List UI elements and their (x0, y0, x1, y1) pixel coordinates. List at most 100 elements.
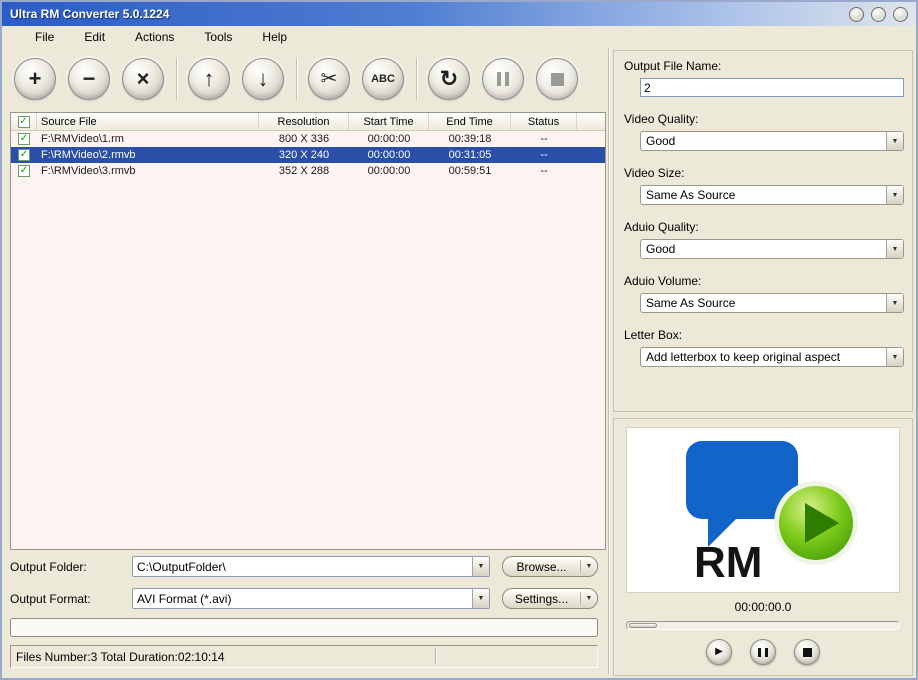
move-up-button[interactable]: ↑ (188, 58, 230, 100)
chevron-down-icon[interactable]: ▼ (581, 563, 597, 570)
audio-volume-select[interactable]: Same As Source ▼ (640, 293, 904, 313)
cell-start-time: 00:00:00 (349, 147, 429, 163)
window-title: Ultra RM Converter 5.0.1224 (10, 7, 169, 21)
minus-icon: − (83, 68, 96, 90)
video-quality-select[interactable]: Good ▼ (640, 131, 904, 151)
cell-end-time: 00:31:05 (429, 147, 511, 163)
add-file-button[interactable]: + (14, 58, 56, 100)
playback-time: 00:00:00.0 (614, 600, 912, 614)
arrow-up-icon: ↑ (204, 68, 215, 90)
menu-item-actions[interactable]: Actions (120, 28, 189, 46)
video-size-value: Same As Source (641, 188, 886, 202)
video-size-label: Video Size: (624, 166, 904, 180)
video-quality-value: Good (641, 134, 886, 148)
preview-controls: ▶ (614, 639, 912, 665)
minimize-button[interactable] (849, 7, 864, 22)
cell-source: F:\RMVideo\1.rm (37, 131, 259, 147)
rename-abc-button[interactable]: ABC (362, 58, 404, 100)
toolbar-separator (296, 58, 298, 100)
output-folder-combo[interactable]: C:\OutputFolder\ ▼ (132, 556, 490, 577)
seek-slider[interactable] (626, 621, 900, 630)
convert-icon: ↻ (440, 68, 458, 90)
audio-volume-label: Aduio Volume: (624, 274, 904, 288)
chevron-down-icon[interactable]: ▼ (886, 132, 903, 150)
status-bar: Files Number:3 Total Duration:02:10:14 (10, 645, 598, 668)
file-row[interactable]: ✓ F:\RMVideo\1.rm 800 X 336 00:00:00 00:… (11, 131, 605, 147)
settings-button[interactable]: Settings... ▼ (502, 588, 598, 609)
chevron-down-icon[interactable]: ▼ (886, 186, 903, 204)
column-header-resolution[interactable]: Resolution (259, 113, 349, 130)
cell-resolution: 320 X 240 (259, 147, 349, 163)
progress-bar (10, 618, 598, 637)
convert-button[interactable]: ↻ (428, 58, 470, 100)
scissors-icon: ✂ (321, 69, 338, 89)
output-folder-label: Output Folder: (10, 560, 87, 574)
menu-item-help[interactable]: Help (247, 28, 302, 46)
preview-stop-button[interactable] (794, 639, 820, 665)
browse-button[interactable]: Browse... ▼ (502, 556, 598, 577)
preview-play-button[interactable]: ▶ (706, 639, 732, 665)
column-header-status[interactable]: Status (511, 113, 577, 130)
audio-quality-select[interactable]: Good ▼ (640, 239, 904, 259)
cell-source: F:\RMVideo\2.rmvb (37, 147, 259, 163)
column-header-end-time[interactable]: End Time (429, 113, 511, 130)
output-folder-value: C:\OutputFolder\ (133, 560, 472, 574)
cell-resolution: 800 X 336 (259, 131, 349, 147)
column-header-start-time[interactable]: Start Time (349, 113, 429, 130)
file-row[interactable]: ✓ F:\RMVideo\3.rmvb 352 X 288 00:00:00 0… (11, 163, 605, 179)
chevron-down-icon[interactable]: ▼ (886, 240, 903, 258)
settings-button-label: Settings... (503, 592, 580, 606)
chevron-down-icon[interactable]: ▼ (886, 294, 903, 312)
preview-pause-button[interactable] (750, 639, 776, 665)
file-row-selected[interactable]: ✓ F:\RMVideo\2.rmvb 320 X 240 00:00:00 0… (11, 147, 605, 163)
plus-icon: + (29, 68, 42, 90)
row-checkbox[interactable]: ✓ (18, 133, 30, 145)
settings-panel: Output File Name: Video Quality: Good ▼ … (613, 50, 913, 412)
letterbox-value: Add letterbox to keep original aspect (641, 350, 886, 364)
cell-end-time: 00:39:18 (429, 131, 511, 147)
clear-list-button[interactable]: × (122, 58, 164, 100)
audio-quality-value: Good (641, 242, 886, 256)
column-header-source-file[interactable]: Source File (37, 113, 259, 130)
audio-quality-label: Aduio Quality: (624, 220, 904, 234)
stop-conversion-button[interactable] (536, 58, 578, 100)
output-format-label: Output Format: (10, 592, 91, 606)
chevron-down-icon[interactable]: ▼ (472, 557, 489, 576)
header-checkbox-cell: ✓ (11, 113, 37, 130)
status-text: Files Number:3 Total Duration:02:10:14 (16, 650, 225, 664)
audio-volume-value: Same As Source (641, 296, 886, 310)
toolbar: + − × ↑ ↓ ✂ ABC ↻ (2, 48, 610, 110)
split-button[interactable]: ✂ (308, 58, 350, 100)
video-size-select[interactable]: Same As Source ▼ (640, 185, 904, 205)
letterbox-select[interactable]: Add letterbox to keep original aspect ▼ (640, 347, 904, 367)
chevron-down-icon[interactable]: ▼ (581, 595, 597, 602)
remove-file-button[interactable]: − (68, 58, 110, 100)
cell-source: F:\RMVideo\3.rmvb (37, 163, 259, 179)
panel-divider (608, 48, 610, 674)
app-window: Ultra RM Converter 5.0.1224 File Edit Ac… (0, 0, 918, 680)
preview-screen: RM (626, 427, 900, 593)
chevron-down-icon[interactable]: ▼ (472, 589, 489, 608)
rm-logo: RM (658, 435, 868, 585)
output-format-combo[interactable]: AVI Format (*.avi) ▼ (132, 588, 490, 609)
slider-thumb[interactable] (629, 623, 657, 628)
pause-conversion-button[interactable] (482, 58, 524, 100)
stop-icon (803, 648, 812, 657)
abc-icon: ABC (371, 74, 395, 85)
maximize-button[interactable] (871, 7, 886, 22)
menu-item-tools[interactable]: Tools (189, 28, 247, 46)
menu-item-file[interactable]: File (20, 28, 69, 46)
title-bar: Ultra RM Converter 5.0.1224 (2, 2, 916, 26)
move-down-button[interactable]: ↓ (242, 58, 284, 100)
row-checkbox[interactable]: ✓ (18, 165, 30, 177)
row-checkbox[interactable]: ✓ (18, 149, 30, 161)
output-file-name-input[interactable] (640, 78, 904, 97)
preview-panel: RM 00:00:00.0 ▶ (613, 418, 913, 676)
menu-item-edit[interactable]: Edit (69, 28, 120, 46)
window-controls (849, 7, 908, 22)
close-button[interactable] (893, 7, 908, 22)
chevron-down-icon[interactable]: ▼ (886, 348, 903, 366)
select-all-checkbox[interactable]: ✓ (18, 116, 30, 128)
cell-start-time: 00:00:00 (349, 163, 429, 179)
cross-icon: × (137, 68, 150, 90)
